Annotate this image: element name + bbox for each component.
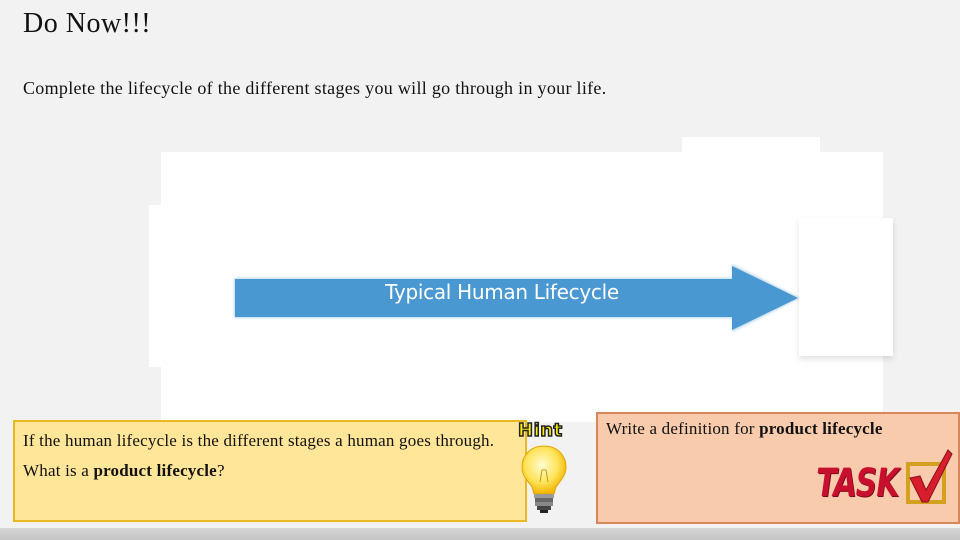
task-bold-term: product lifecycle: [759, 419, 883, 438]
hint-bold-term: product lifecycle: [93, 461, 217, 480]
lifecycle-canvas-top: [682, 137, 820, 157]
hint-logo: Hint: [514, 419, 576, 516]
slide-title: Do Now!!!: [23, 8, 152, 39]
lifecycle-arrow: Typical Human Lifecycle: [232, 264, 804, 334]
arrow-label: Typical Human Lifecycle: [385, 280, 619, 304]
hint-text-end: ?: [216, 461, 225, 480]
checkbox-tick-icon: [906, 449, 953, 504]
slide: Do Now!!! Complete the lifecycle of the …: [0, 0, 960, 540]
hint-box: If the human lifecycle is the different …: [13, 420, 527, 522]
hint-badge: Hint: [517, 419, 563, 442]
task-text: Write a definition for: [606, 419, 760, 438]
task-logo: TASK: [812, 448, 958, 538]
slide-instruction: Complete the lifecycle of the different …: [23, 78, 607, 98]
lifecycle-canvas-right: [799, 218, 893, 356]
footer-bar: [0, 528, 960, 540]
